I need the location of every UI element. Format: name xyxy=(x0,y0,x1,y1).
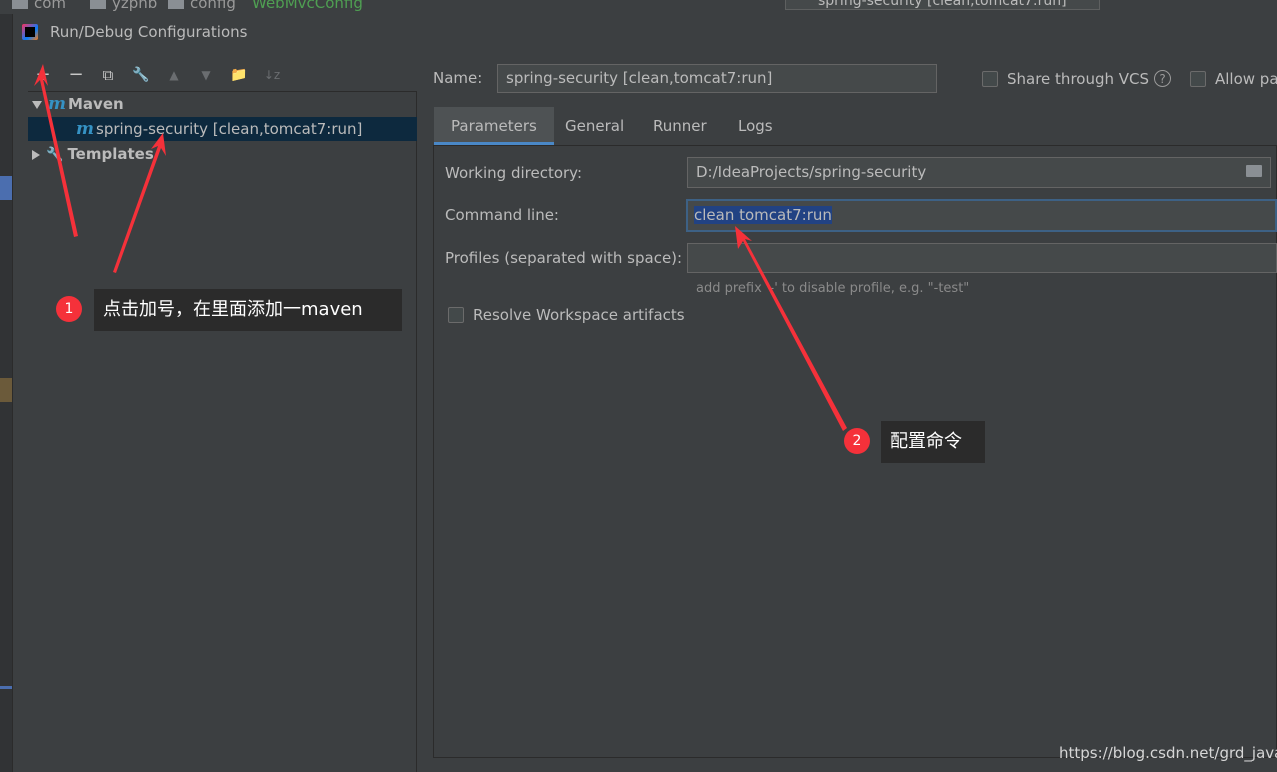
annotation-badge-1: 1 xyxy=(56,296,82,322)
allow-parallel-label: Allow pa xyxy=(1215,70,1277,88)
add-button[interactable]: + xyxy=(32,64,54,86)
folder-icon xyxy=(90,0,106,9)
resolve-workspace-label: Resolve Workspace artifacts xyxy=(473,306,685,324)
left-strip-marker xyxy=(0,176,12,200)
collapse-arrow-icon[interactable] xyxy=(32,149,40,160)
annotation-badge-2: 2 xyxy=(844,428,870,454)
tab-logs[interactable]: Logs xyxy=(721,107,790,145)
working-dir-label: Working directory: xyxy=(445,164,583,182)
left-strip-marker xyxy=(0,686,12,689)
maven-icon: m xyxy=(76,119,94,139)
sort-button[interactable]: ↓z xyxy=(261,64,283,86)
command-line-value: clean tomcat7:run xyxy=(694,206,832,224)
resolve-workspace-checkbox[interactable] xyxy=(448,307,464,323)
folder-icon xyxy=(12,0,28,9)
tree-node-templates[interactable]: 🔧 Templates xyxy=(28,142,417,166)
annotation-callout-2: 配置命令 xyxy=(881,421,985,463)
annotation-callout-1: 点击加号，在里面添加一maven xyxy=(94,289,402,331)
profiles-label: Profiles (separated with space): xyxy=(445,249,683,267)
move-down-button[interactable]: ▼ xyxy=(195,64,217,86)
share-vcs-label: Share through VCS xyxy=(1007,70,1150,88)
breadcrumb-webmvcconfig[interactable]: WebMvcConfig xyxy=(252,0,363,12)
tree-node-maven[interactable]: m Maven xyxy=(28,92,417,116)
move-up-button[interactable]: ▲ xyxy=(163,64,185,86)
left-strip-marker xyxy=(0,378,12,402)
tab-runner[interactable]: Runner xyxy=(636,107,724,145)
tab-parameters[interactable]: Parameters xyxy=(434,107,554,145)
tree-label: Templates xyxy=(67,145,154,163)
wrench-icon[interactable]: 🔧 xyxy=(130,64,152,86)
command-line-label: Command line: xyxy=(445,206,559,224)
dialog-title: Run/Debug Configurations xyxy=(50,23,248,41)
run-config-label: spring-security [clean,tomcat7:run] xyxy=(818,0,1067,9)
watermark: https://blog.csdn.net/grd_java xyxy=(1059,744,1277,762)
name-label: Name: xyxy=(433,69,483,87)
breadcrumb-config[interactable]: config xyxy=(168,0,236,12)
tree-label: spring-security [clean,tomcat7:run] xyxy=(96,120,363,138)
breadcrumb-yzpnb[interactable]: yzpnb xyxy=(90,0,157,12)
name-input[interactable]: spring-security [clean,tomcat7:run] xyxy=(497,64,937,93)
wrench-icon: 🔧 xyxy=(46,147,64,163)
tree-node-spring-security[interactable]: m spring-security [clean,tomcat7:run] xyxy=(28,117,417,141)
allow-parallel-checkbox[interactable] xyxy=(1190,71,1206,87)
command-line-field[interactable]: clean tomcat7:run xyxy=(686,199,1277,232)
working-dir-field[interactable]: D:/IdeaProjects/spring-security xyxy=(687,157,1271,188)
folder-button[interactable]: 📁 xyxy=(228,64,250,86)
config-tree[interactable]: m Maven m spring-security [clean,tomcat7:r… xyxy=(28,91,417,772)
run-config-combo[interactable]: spring-security [clean,tomcat7:run] xyxy=(785,0,1100,10)
expand-arrow-icon[interactable] xyxy=(32,100,42,109)
browse-folder-icon[interactable] xyxy=(1246,165,1262,177)
working-dir-value: D:/IdeaProjects/spring-security xyxy=(696,163,927,181)
profiles-hint: add prefix '-' to disable profile, e.g. … xyxy=(696,281,970,296)
tab-general[interactable]: General xyxy=(548,107,641,145)
maven-icon: m xyxy=(48,94,66,114)
ide-left-strip xyxy=(0,14,13,772)
remove-button[interactable]: − xyxy=(65,64,87,86)
tree-label: Maven xyxy=(68,95,124,113)
share-vcs-checkbox[interactable] xyxy=(982,71,998,87)
intellij-logo-icon xyxy=(22,24,38,40)
profiles-field[interactable] xyxy=(687,243,1277,273)
breadcrumb-com[interactable]: com xyxy=(12,0,66,12)
help-icon[interactable]: ? xyxy=(1154,70,1171,87)
folder-icon xyxy=(168,0,184,9)
copy-button[interactable]: ⧉ xyxy=(97,64,119,86)
